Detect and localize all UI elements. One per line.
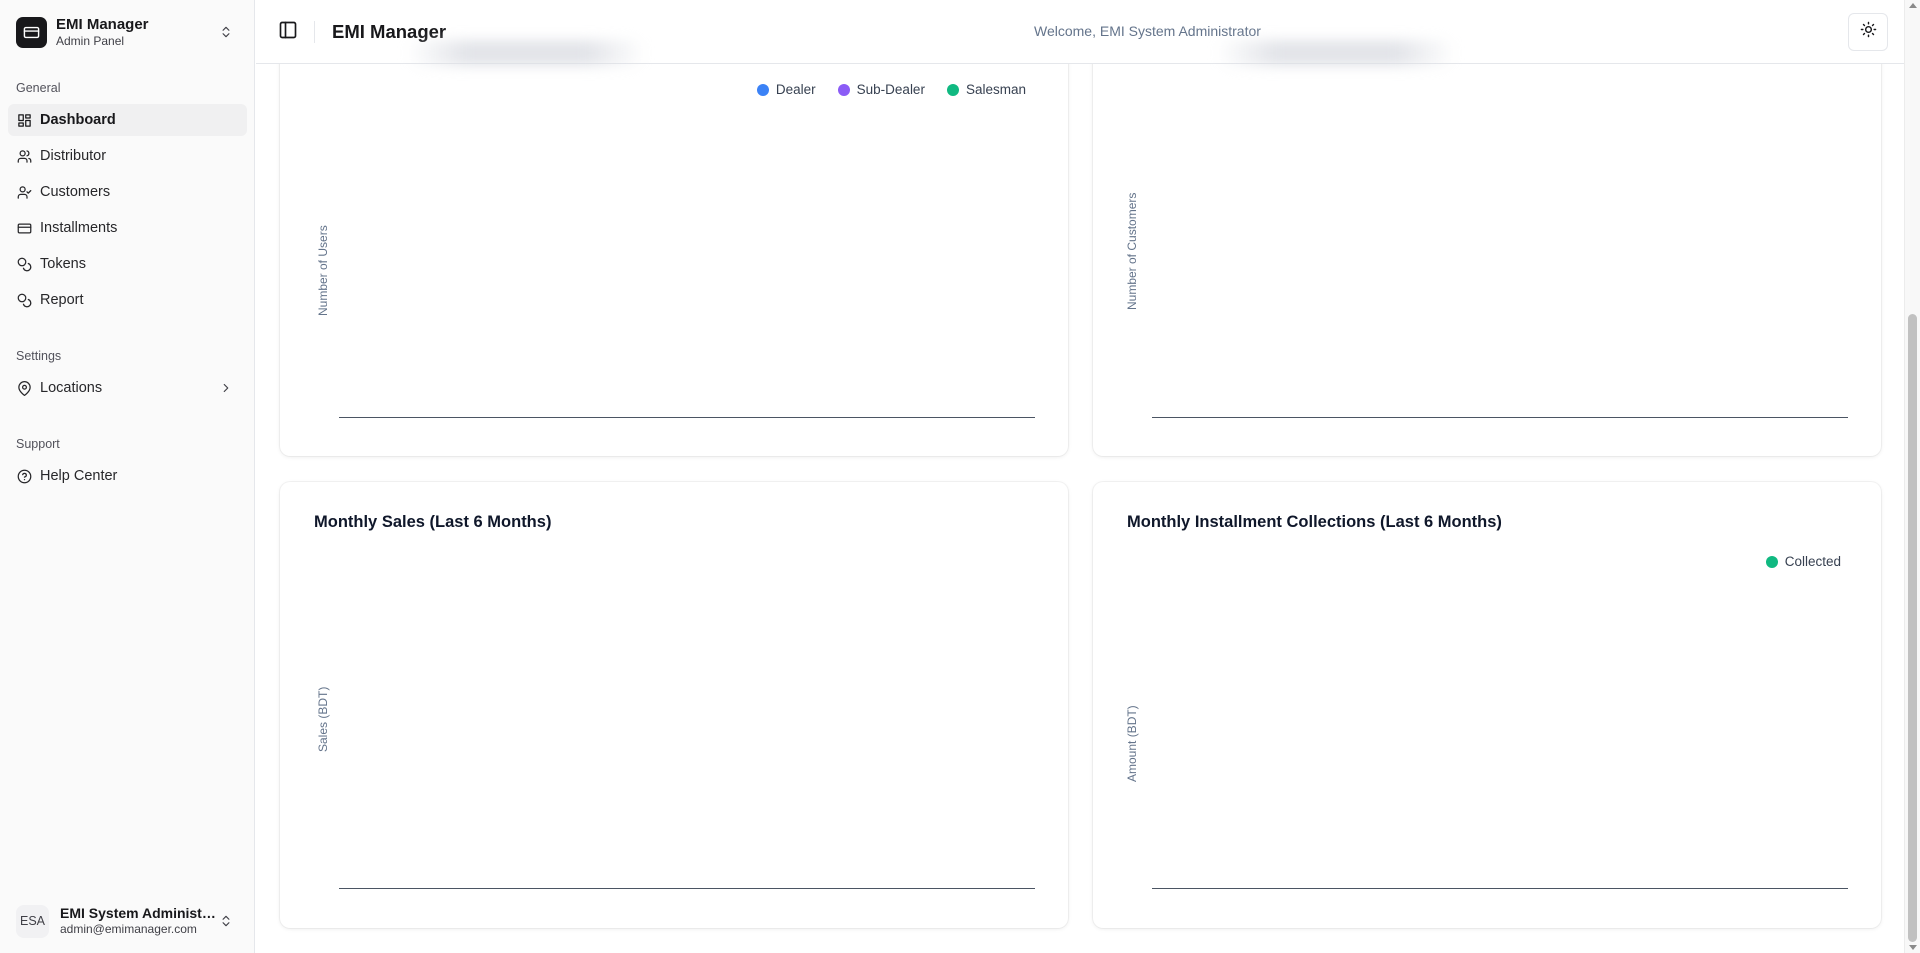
app-name: EMI Manager <box>56 15 149 33</box>
chart-title: Monthly Sales (Last 6 Months) <box>314 513 552 531</box>
sidebar-item-label: Distributor <box>40 148 107 164</box>
legend-item-collected[interactable]: Collected <box>1765 554 1841 569</box>
users-chart-card: Dealer Sub-Dealer Salesman Number of Use… <box>280 64 1068 456</box>
coins-icon <box>16 256 32 272</box>
sidebar-item-label: Dashboard <box>40 112 116 128</box>
user-menu[interactable]: ESA EMI System Administra... admin@emima… <box>8 897 247 945</box>
x-axis-line <box>1152 417 1848 418</box>
welcome-text: Welcome, EMI System Administrator <box>1034 23 1261 39</box>
chart-title: Monthly Installment Collections (Last 6 … <box>1127 513 1502 531</box>
sidebar-item-label: Locations <box>40 380 103 396</box>
page-scrollbar[interactable] <box>1904 0 1920 953</box>
legend-label: Salesman <box>965 82 1026 97</box>
panel-left-icon <box>278 20 298 45</box>
y-axis-label: Number of Customers <box>1125 192 1139 310</box>
y-axis-label: Sales (BDT) <box>316 686 330 752</box>
legend-item-salesman[interactable]: Salesman <box>946 82 1026 97</box>
chart-legend: Collected <box>1765 554 1841 569</box>
sidebar-item-label: Installments <box>40 220 118 236</box>
header-divider <box>314 21 315 43</box>
customers-chart-card: Number of Customers <box>1093 64 1881 456</box>
y-axis-label: Number of Users <box>316 225 330 316</box>
scrolled-content-blur <box>1216 40 1456 66</box>
x-axis-line <box>1152 888 1848 889</box>
sidebar-item-help-center[interactable]: Help Center <box>8 460 247 492</box>
map-pin-icon <box>16 380 32 396</box>
legend-item-dealer[interactable]: Dealer <box>756 82 816 97</box>
group-label-support: Support <box>16 437 60 451</box>
sidebar-item-distributor[interactable]: Distributor <box>8 140 247 172</box>
sidebar-item-locations[interactable]: Locations <box>8 372 247 404</box>
sidebar-item-customers[interactable]: Customers <box>8 176 247 208</box>
dashboard-icon <box>16 112 32 128</box>
sidebar-item-dashboard[interactable]: Dashboard <box>8 104 247 136</box>
x-axis-line <box>339 417 1035 418</box>
top-header: EMI Manager Welcome, EMI System Administ… <box>256 0 1904 66</box>
sidebar-item-label: Report <box>40 292 84 308</box>
help-circle-icon <box>16 468 32 484</box>
avatar: ESA <box>16 904 49 938</box>
sidebar-item-label: Customers <box>40 184 111 200</box>
coins-icon <box>16 292 32 308</box>
sidebar-item-tokens[interactable]: Tokens <box>8 248 247 280</box>
dashboard-content: Dealer Sub-Dealer Salesman Number of Use… <box>256 64 1904 953</box>
sun-icon <box>1860 21 1877 43</box>
user-name: EMI System Administra... <box>60 905 220 921</box>
credit-card-icon <box>16 220 32 236</box>
group-label-general: General <box>16 81 61 95</box>
monthly-collections-card: Monthly Installment Collections (Last 6 … <box>1093 482 1881 928</box>
group-label-settings: Settings <box>16 349 62 363</box>
chevrons-up-down-icon <box>219 24 233 45</box>
sidebar: EMI Manager Admin Panel General Dashboar… <box>0 0 255 953</box>
user-check-icon <box>16 184 32 200</box>
scrolled-content-blur <box>406 40 646 66</box>
app-switcher[interactable]: EMI Manager Admin Panel <box>8 10 247 54</box>
sidebar-toggle-button[interactable] <box>274 18 302 46</box>
sidebar-item-label: Tokens <box>40 256 86 272</box>
sidebar-item-label: Help Center <box>40 468 118 484</box>
legend-label: Sub-Dealer <box>856 82 925 97</box>
y-axis-label: Amount (BDT) <box>1125 705 1139 782</box>
legend-dot <box>946 83 959 96</box>
scroll-up-icon[interactable] <box>1909 3 1917 8</box>
legend-dot <box>756 83 769 96</box>
legend-dot <box>837 83 850 96</box>
app-subtitle: Admin Panel <box>56 33 125 48</box>
monthly-sales-card: Monthly Sales (Last 6 Months) Sales (BDT… <box>280 482 1068 928</box>
chevrons-up-down-icon <box>219 913 233 934</box>
legend-label: Dealer <box>775 82 816 97</box>
legend-label: Collected <box>1784 554 1841 569</box>
chevron-right-icon <box>219 381 233 399</box>
app-logo-icon <box>16 16 47 48</box>
chart-legend: Dealer Sub-Dealer Salesman <box>756 82 1026 97</box>
user-email: admin@emimanager.com <box>60 922 197 936</box>
sidebar-item-installments[interactable]: Installments <box>8 212 247 244</box>
scroll-down-icon[interactable] <box>1909 945 1917 950</box>
x-axis-line <box>339 888 1035 889</box>
sidebar-item-report[interactable]: Report <box>8 284 247 316</box>
legend-item-sub-dealer[interactable]: Sub-Dealer <box>837 82 925 97</box>
theme-toggle-button[interactable] <box>1848 13 1888 51</box>
scrollbar-thumb[interactable] <box>1908 314 1917 942</box>
legend-dot <box>1765 555 1778 568</box>
users-icon <box>16 148 32 164</box>
